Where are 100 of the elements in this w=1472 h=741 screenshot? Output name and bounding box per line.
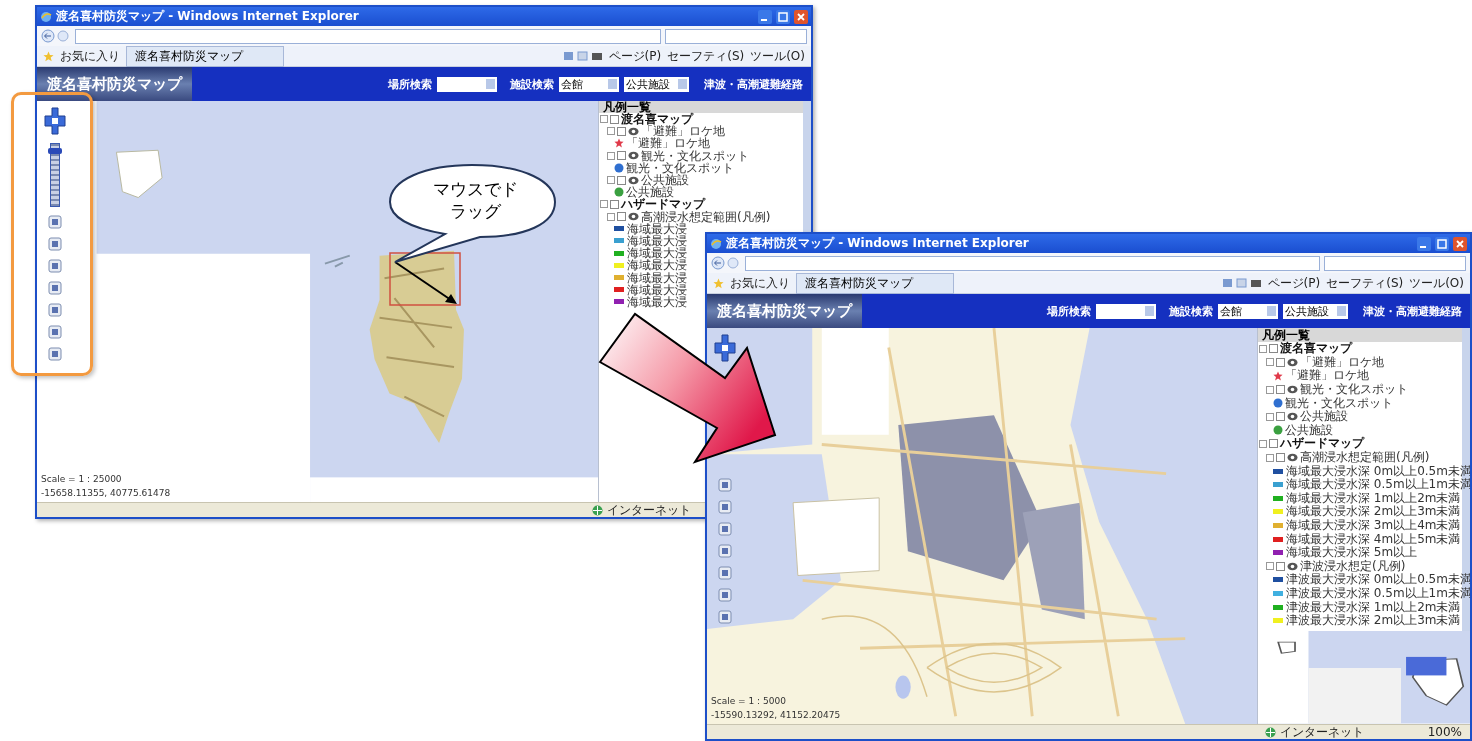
legend-label: ハザードマップ (621, 198, 705, 211)
legend-label: 海域最大浸 (627, 283, 687, 296)
legend-label: 渡名喜マップ (621, 113, 693, 126)
star-icon[interactable] (713, 277, 724, 289)
legend-label: 観光・文化スポット (641, 149, 749, 162)
eye-icon[interactable] (1287, 561, 1298, 571)
command-menu[interactable]: セーフティ(S) (667, 47, 745, 65)
app-title: 渡名喜村防災マップ (37, 67, 192, 101)
route-link[interactable]: 津波・高潮避難経路 (1363, 303, 1462, 319)
legend-label: 津波最大浸水深 1m以上2m未満 (1286, 600, 1461, 614)
back-forward-icon[interactable] (711, 256, 741, 270)
legend-label: ハザードマップ (1280, 437, 1364, 451)
select-field[interactable] (1096, 303, 1156, 319)
select-field[interactable] (437, 76, 497, 92)
legend-label: 津波浸水想定(凡例) (1300, 559, 1406, 573)
eye-icon[interactable] (628, 151, 639, 161)
checkbox[interactable] (617, 126, 626, 136)
eye-icon[interactable] (1287, 357, 1298, 367)
coordinates-label: -15590.13292, 41152.20475 (711, 710, 841, 720)
eye-icon[interactable] (628, 175, 639, 185)
address-field[interactable] (745, 255, 1320, 271)
coordinates-label: -15658.11355, 40775.61478 (41, 488, 171, 498)
browser-icon (710, 237, 722, 250)
scale-label: Scale = 1 : 5000 (711, 696, 787, 706)
filter-label: 場所検索 (388, 76, 432, 92)
browser-tab[interactable]: 渡名喜村防災マップ (126, 45, 284, 67)
checkbox[interactable] (1276, 561, 1285, 571)
checkbox[interactable] (1276, 453, 1285, 463)
command-menu[interactable]: ページ(P) (1267, 274, 1321, 292)
checkbox[interactable] (617, 151, 626, 161)
favorites-button[interactable]: お気に入り (60, 47, 120, 65)
callout-text: マウスでドラッグ (431, 178, 519, 222)
eye-icon[interactable] (628, 212, 639, 222)
legend-label: 海域最大浸 (627, 222, 687, 235)
favorites-button[interactable]: お気に入り (730, 274, 790, 292)
checkbox[interactable] (1276, 357, 1285, 367)
legend-label: 公共施設 (1300, 410, 1348, 424)
collapse-icon[interactable] (607, 151, 615, 160)
legend-title: 凡例一覧 (1258, 328, 1462, 342)
minimize-icon[interactable] (758, 9, 772, 24)
zoom-level-label[interactable]: 100% (1427, 725, 1462, 739)
eye-icon[interactable] (1287, 412, 1298, 422)
command-menu[interactable]: セーフティ(S) (1326, 274, 1404, 292)
checkbox[interactable] (1276, 412, 1285, 422)
route-link[interactable]: 津波・高潮避難経路 (704, 76, 803, 92)
command-menu[interactable]: ツール(O) (1409, 274, 1464, 292)
select-field[interactable]: 会館 (1218, 303, 1278, 319)
legend-label: 渡名喜マップ (1280, 342, 1352, 356)
selection-rectangle (389, 252, 461, 306)
legend-title: 凡例一覧 (599, 101, 803, 113)
eye-icon[interactable] (628, 126, 639, 136)
address-field[interactable] (75, 28, 661, 44)
drag-arrow (394, 261, 457, 304)
back-forward-icon[interactable] (41, 29, 71, 43)
close-icon[interactable] (1453, 236, 1467, 251)
pan-control-icon[interactable] (44, 107, 66, 135)
checkbox[interactable] (1276, 385, 1285, 395)
browser-tab[interactable]: 渡名喜村防災マップ (796, 272, 954, 294)
legend-label: 海域最大浸 (627, 234, 687, 247)
command-menu[interactable]: ページ(P) (608, 47, 662, 65)
legend-label: 海域最大浸 (627, 247, 687, 260)
checkbox[interactable] (617, 175, 626, 185)
legend-label: 海域最大浸水深 4m以上5m未満 (1286, 532, 1461, 546)
checkbox[interactable] (617, 212, 626, 222)
collapse-icon[interactable] (607, 176, 615, 185)
collapse-icon[interactable] (1266, 385, 1274, 394)
legend-label: 公共施設 (1285, 423, 1333, 437)
zone-label: インターネット (607, 501, 691, 517)
eye-icon[interactable] (1287, 453, 1298, 463)
command-menu[interactable]: ツール(O) (750, 47, 805, 65)
minimize-icon[interactable] (1417, 236, 1431, 251)
toolbar-icons-drawing[interactable] (1221, 277, 1262, 289)
zoom-slider[interactable] (50, 143, 60, 207)
checkbox[interactable] (1269, 439, 1278, 449)
checkbox[interactable] (610, 114, 619, 124)
select-field[interactable]: 公共施設 (624, 76, 689, 92)
maximize-icon[interactable] (1435, 236, 1449, 251)
legend-label: 津波最大浸水深 2m以上3m未満 (1286, 614, 1461, 628)
zoom-thumb[interactable] (48, 148, 62, 155)
maximize-icon[interactable] (776, 9, 790, 24)
select-field[interactable]: 公共施設 (1283, 303, 1348, 319)
toolbar-icons-drawing[interactable] (562, 50, 603, 62)
star-icon[interactable] (43, 50, 54, 62)
window-title: 渡名喜村防災マップ - Windows Internet Explorer (56, 8, 359, 25)
legend-label: 海域最大浸水深 2m以上3m未満 (1286, 505, 1461, 519)
checkbox[interactable] (1269, 344, 1278, 354)
search-field[interactable] (665, 28, 807, 44)
legend-label: 高潮浸水想定範囲(凡例) (1300, 451, 1430, 465)
scale-label: Scale = 1 : 25000 (41, 474, 123, 484)
legend-label: 観光・文化スポット (1285, 396, 1393, 410)
collapse-icon[interactable] (1266, 562, 1274, 571)
close-icon[interactable] (794, 9, 808, 24)
legend-label: 「避難」ロケ地 (626, 137, 710, 150)
checkbox[interactable] (610, 199, 619, 209)
search-field[interactable] (1324, 255, 1466, 271)
eye-icon[interactable] (1287, 385, 1298, 395)
select-field[interactable]: 会館 (559, 76, 619, 92)
collapse-icon[interactable] (1266, 412, 1274, 421)
pan-control-icon[interactable] (714, 334, 736, 362)
legend-label: 観光・文化スポット (1300, 383, 1408, 397)
